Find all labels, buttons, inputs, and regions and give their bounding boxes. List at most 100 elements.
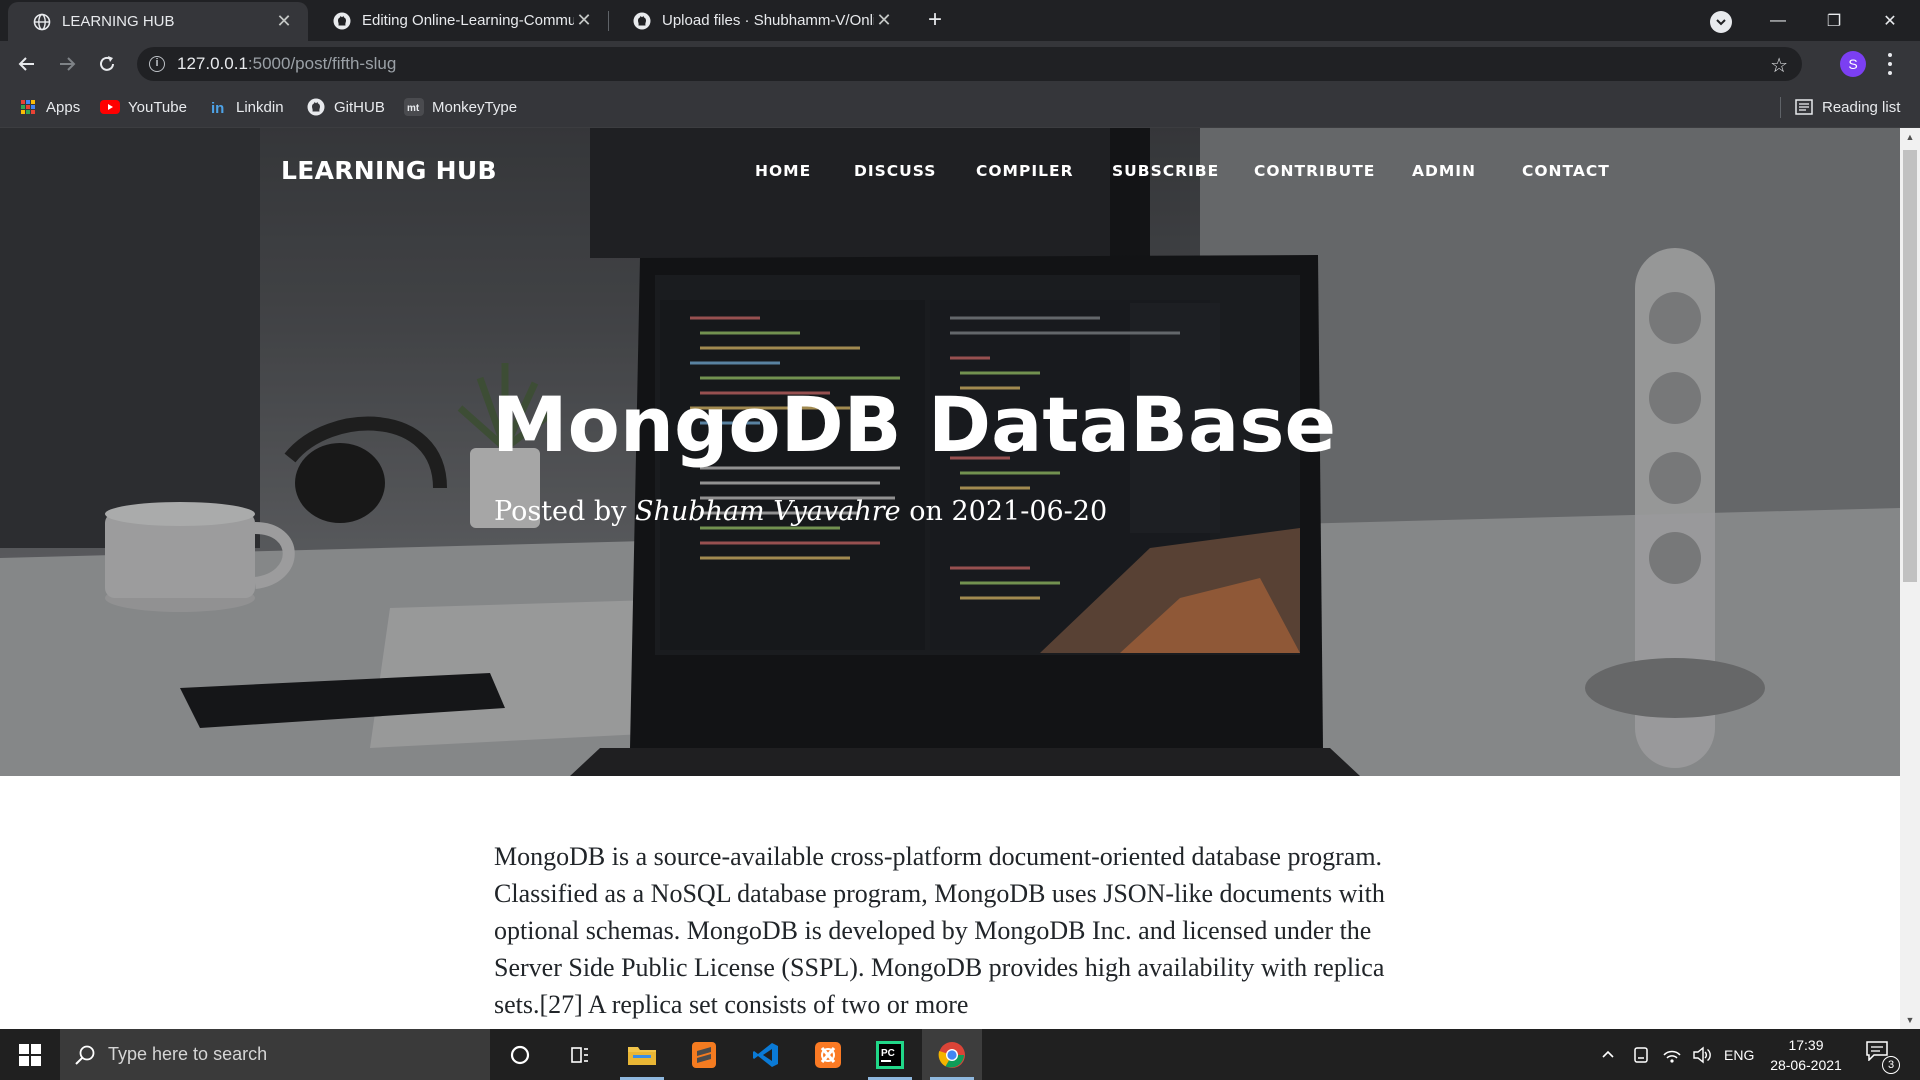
search-placeholder: Type here to search — [108, 1044, 268, 1064]
site-brand[interactable]: LEARNING HUB — [281, 156, 497, 185]
device-icon[interactable] — [1632, 1029, 1650, 1080]
url-path: :5000/post/fifth-slug — [247, 54, 397, 73]
reading-list-icon — [1794, 97, 1814, 117]
clock-date: 28-06-2021 — [1770, 1057, 1842, 1073]
scroll-up-arrow-icon[interactable]: ▲ — [1900, 128, 1920, 146]
bookmarks-bar: Apps YouTube in Linkdin GitHUB mt Monkey… — [0, 87, 1920, 128]
minimize-button[interactable]: — — [1750, 0, 1806, 41]
tab-learning-hub[interactable]: LEARNING HUB ✕ — [8, 2, 308, 41]
bookmark-label: YouTube — [128, 98, 187, 116]
nav-contact[interactable]: CONTACT — [1522, 162, 1610, 180]
nav-compiler[interactable]: COMPILER — [976, 162, 1074, 180]
forward-button[interactable] — [52, 49, 82, 79]
new-tab-button[interactable]: + — [922, 8, 948, 34]
post-body: MongoDB is a source-available cross-plat… — [494, 842, 1385, 1019]
sublime-text-icon[interactable] — [674, 1029, 734, 1080]
bookmark-monkeytype[interactable]: mt MonkeyType — [404, 87, 517, 127]
close-icon[interactable]: ✕ — [574, 10, 594, 31]
nav-home[interactable]: HOME — [755, 162, 811, 180]
tab-title: Editing Online-Learning-Commu — [362, 12, 574, 29]
bookmark-github[interactable]: GitHUB — [306, 87, 385, 127]
taskbar-search[interactable]: Type here to search — [60, 1029, 490, 1080]
bookmark-label: GitHUB — [334, 98, 385, 116]
notification-count-badge: 3 — [1882, 1056, 1900, 1074]
start-button[interactable] — [0, 1029, 60, 1080]
github-icon — [332, 11, 352, 31]
system-clock[interactable]: 17:39 28-06-2021 — [1762, 1035, 1850, 1075]
cortana-icon[interactable] — [490, 1029, 550, 1080]
post-date: 2021-06-20 — [951, 496, 1108, 527]
file-explorer-icon[interactable] — [612, 1029, 672, 1080]
post-meta: Posted by Shubham Vyavahre on 2021-06-20 — [494, 496, 1107, 527]
bookmark-label: MonkeyType — [432, 98, 518, 116]
nav-subscribe[interactable]: SUBSCRIBE — [1112, 162, 1219, 180]
tab-title: Upload files · Shubhamm-V/Onli — [662, 12, 874, 29]
linkedin-icon: in — [208, 97, 228, 117]
globe-icon — [32, 12, 52, 32]
site-navbar: LEARNING HUB HOME DISCUSS COMPILER SUBSC… — [0, 128, 1900, 212]
bookmark-youtube[interactable]: YouTube — [100, 87, 187, 127]
scrollbar-thumb[interactable] — [1903, 150, 1917, 582]
bookmarks-separator — [1780, 97, 1781, 118]
vscode-icon[interactable] — [736, 1029, 796, 1080]
nav-admin[interactable]: ADMIN — [1412, 162, 1476, 180]
xampp-icon[interactable] — [798, 1029, 858, 1080]
bookmark-label: Linkdin — [236, 98, 284, 116]
bookmark-star-icon[interactable]: ☆ — [1770, 53, 1788, 78]
close-window-button[interactable]: ✕ — [1862, 0, 1918, 41]
arrow-right-icon — [60, 57, 76, 71]
address-bar[interactable]: i 127.0.0.1:5000/post/fifth-slug ☆ — [137, 47, 1802, 81]
windows-logo-icon — [19, 1043, 41, 1066]
profile-avatar[interactable]: S — [1840, 51, 1866, 77]
tab-editing-online-learning[interactable]: Editing Online-Learning-Commu ✕ — [308, 0, 608, 41]
maximize-button[interactable]: ❐ — [1806, 0, 1862, 41]
svg-text:in: in — [211, 100, 224, 116]
browser-tab-strip: LEARNING HUB ✕ Editing Online-Learning-C… — [0, 0, 1920, 41]
github-icon — [632, 11, 652, 31]
bookmark-label: Apps — [46, 98, 81, 116]
reading-list-button[interactable]: Reading list — [1794, 87, 1900, 127]
task-view-icon[interactable] — [550, 1029, 610, 1080]
nav-contribute[interactable]: CONTRIBUTE — [1254, 162, 1375, 180]
monkeytype-icon: mt — [404, 97, 424, 117]
bookmark-apps[interactable]: Apps — [18, 87, 80, 127]
tab-title: LEARNING HUB — [62, 13, 175, 30]
tab-search-button[interactable] — [1710, 11, 1732, 33]
info-icon[interactable]: i — [149, 56, 165, 72]
hero-header: LEARNING HUB HOME DISCUSS COMPILER SUBSC… — [0, 128, 1900, 776]
close-icon[interactable]: ✕ — [874, 10, 894, 31]
more-menu-icon[interactable] — [1888, 53, 1892, 75]
youtube-icon — [100, 97, 120, 117]
post-author: Shubham Vyavahre — [635, 496, 901, 527]
svg-text:PC: PC — [881, 1048, 895, 1059]
arrow-left-icon — [18, 57, 34, 71]
chrome-icon[interactable] — [922, 1029, 982, 1080]
bookmark-linkedin[interactable]: in Linkdin — [208, 87, 284, 127]
page-viewport: LEARNING HUB HOME DISCUSS COMPILER SUBSC… — [0, 128, 1900, 1029]
page-scrollbar[interactable]: ▲ ▼ — [1900, 128, 1920, 1029]
volume-icon[interactable] — [1692, 1029, 1712, 1080]
chevron-down-icon — [1716, 19, 1726, 26]
reload-button[interactable] — [92, 49, 122, 79]
reload-icon — [100, 56, 114, 71]
svg-text:mt: mt — [407, 103, 420, 114]
url-host: 127.0.0.1 — [177, 54, 248, 73]
github-icon — [306, 97, 326, 117]
meta-prefix: Posted by — [494, 496, 627, 527]
close-icon[interactable]: ✕ — [274, 11, 294, 32]
meta-on: on — [909, 496, 943, 527]
nav-discuss[interactable]: DISCUSS — [854, 162, 936, 180]
reading-list-label: Reading list — [1822, 98, 1901, 116]
scroll-down-arrow-icon[interactable]: ▼ — [1900, 1011, 1920, 1029]
wifi-icon[interactable] — [1662, 1029, 1682, 1080]
show-hidden-icons-chevron-icon[interactable] — [1600, 1029, 1616, 1080]
tab-upload-files[interactable]: Upload files · Shubhamm-V/Onli ✕ — [608, 0, 908, 41]
apps-grid-icon — [18, 97, 38, 117]
pycharm-icon[interactable]: PC — [860, 1029, 920, 1080]
url-text[interactable]: 127.0.0.1:5000/post/fifth-slug — [177, 54, 396, 74]
back-button[interactable] — [12, 49, 42, 79]
language-indicator[interactable]: ENG — [1724, 1029, 1754, 1080]
clock-time: 17:39 — [1788, 1037, 1824, 1053]
post-title: MongoDB DataBase — [492, 380, 1337, 469]
search-icon — [75, 1045, 95, 1065]
